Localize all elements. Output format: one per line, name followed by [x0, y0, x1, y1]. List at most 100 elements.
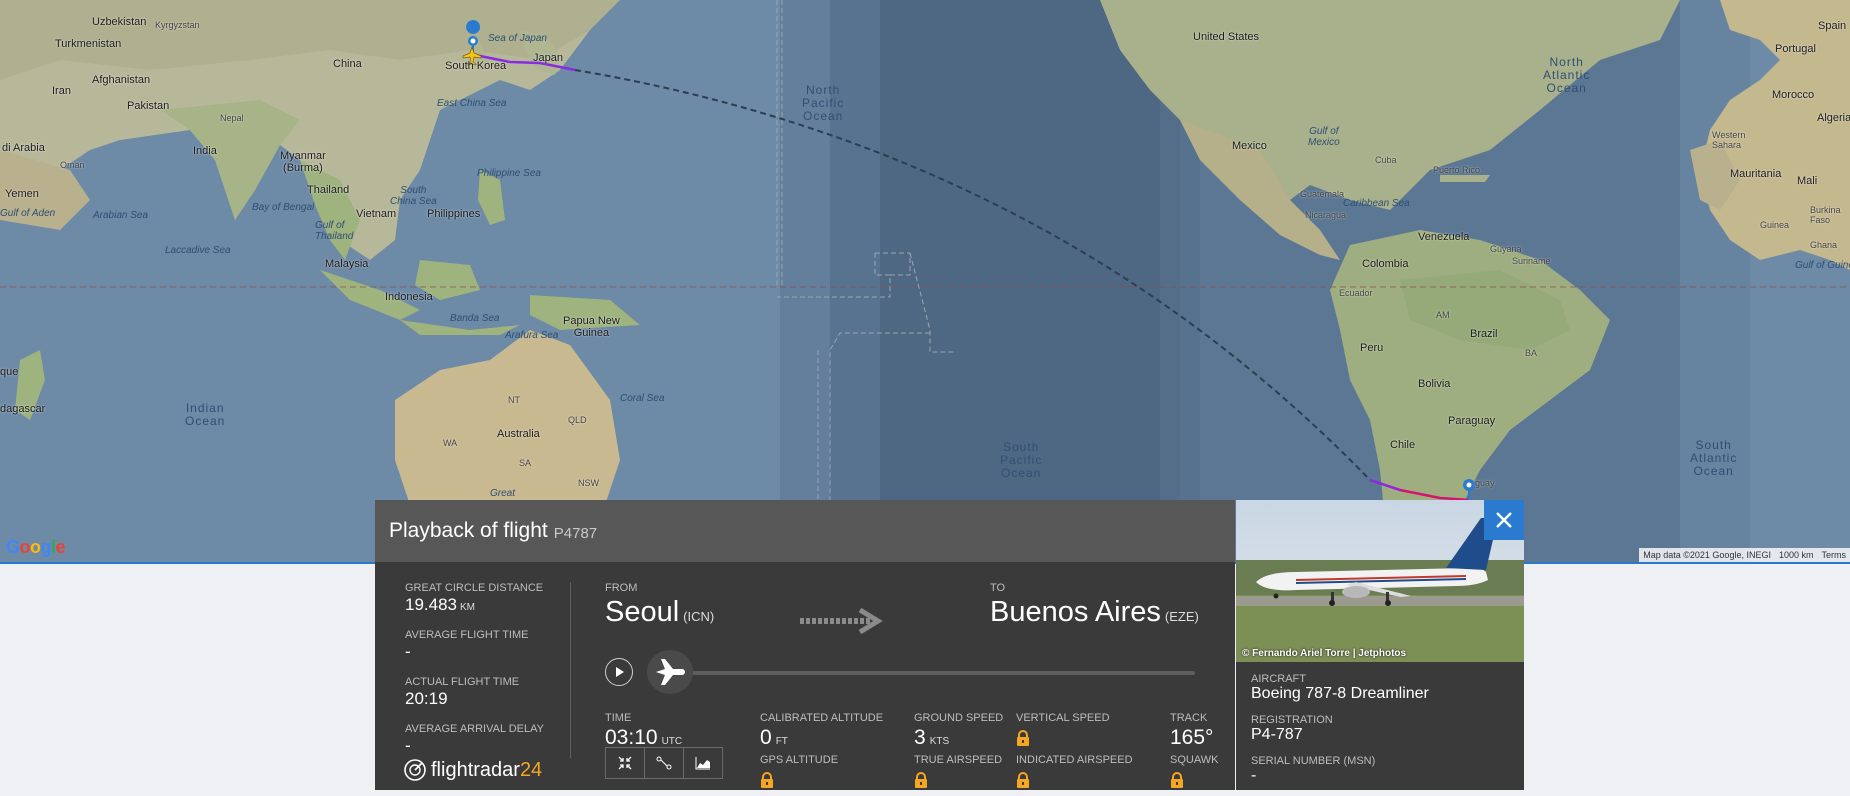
map-label: guay — [1475, 478, 1495, 488]
aircraft-photo[interactable]: © Fernando Ariel Torre | Jetphotos — [1236, 500, 1524, 662]
indicated-airspeed-metric: INDICATED AIRSPEED — [1016, 754, 1133, 793]
lock-icon — [1171, 772, 1183, 788]
map-label: Arabian Sea — [93, 210, 149, 221]
map-label: Bay of Bengal — [252, 202, 315, 213]
map-label: BA — [1525, 348, 1538, 358]
map-attribution[interactable]: Map data ©2021 Google, INEGI — [1643, 550, 1771, 560]
map-label: South China Sea — [390, 185, 437, 207]
map-label: Bolivia — [1418, 378, 1451, 390]
map-label: Portugal — [1775, 43, 1816, 55]
map-label: Afghanistan — [92, 74, 151, 86]
map-label: Arafura Sea — [505, 330, 559, 341]
panel-title: Playback of flight — [389, 519, 548, 542]
play-button[interactable] — [605, 658, 633, 686]
close-icon — [1496, 512, 1512, 528]
map-label: Puerto Rico — [1433, 165, 1481, 175]
map-label: Philippines — [427, 208, 481, 220]
map-label: Australia — [497, 428, 540, 440]
map-footer: Map data ©2021 Google, INEGI 1000 km Ter… — [1639, 548, 1850, 562]
google-logo: Google — [6, 537, 66, 557]
map-label: China — [333, 58, 362, 70]
map-label: Guyana — [1490, 244, 1522, 254]
map-canvas[interactable]: Uzbekistan Kyrgyzstan Turkmenistan Afgha… — [0, 0, 1850, 564]
map-label: India — [193, 145, 217, 157]
map-label: Mauritania — [1730, 168, 1782, 180]
map-label: di Arabia — [2, 142, 45, 154]
map-label: Cuba — [1375, 155, 1397, 165]
photo-credit[interactable]: © Fernando Ariel Torre | Jetphotos — [1242, 648, 1406, 659]
aircraft-card: © Fernando Ariel Torre | Jetphotos AIRCR… — [1236, 500, 1524, 790]
ground-speed-metric: GROUND SPEED 3 KTS — [914, 712, 1004, 749]
map-label: Iran — [52, 85, 71, 97]
registration-label: REGISTRATION — [1251, 714, 1333, 726]
origin-city[interactable]: Seoul (ICN) — [605, 596, 714, 629]
stat-label: GREAT CIRCLE DISTANCE — [405, 582, 544, 594]
map-label: Sea of Japan — [488, 33, 547, 44]
map-label: AM — [1436, 310, 1450, 320]
plane-icon — [656, 659, 685, 685]
map-label: United States — [1193, 31, 1260, 43]
time-metric: TIME 03:10 UTC — [605, 712, 683, 749]
collapse-button[interactable] — [605, 747, 645, 779]
playback-timeline — [605, 650, 1195, 694]
map-label: NT — [508, 395, 520, 405]
map-label: Venezuela — [1418, 231, 1470, 243]
close-button[interactable] — [1484, 500, 1524, 540]
stat-label: ACTUAL FLIGHT TIME — [405, 676, 520, 688]
map-label: Nicaragua — [1305, 210, 1347, 220]
map-label: que — [0, 366, 19, 378]
stat-value: - — [405, 642, 411, 661]
map-label: South Atlantic Ocean — [1690, 438, 1738, 478]
map-label: Gulf of Thailand — [315, 220, 354, 242]
map-label: Oman — [60, 160, 85, 170]
map-label: WA — [443, 438, 458, 448]
map-terms-link[interactable]: Terms — [1822, 550, 1847, 560]
map-label: Kyrgyzstan — [155, 20, 200, 30]
gps-altitude-metric: GPS ALTITUDE — [760, 754, 838, 793]
aircraft-label: AIRCRAFT — [1251, 673, 1306, 685]
timeline-track[interactable] — [655, 671, 1195, 675]
map-label: Mexico — [1232, 140, 1267, 152]
map-label: Burkina Faso — [1810, 205, 1841, 225]
aircraft-photo-image — [1236, 500, 1524, 662]
map-label: Guinea — [1760, 220, 1790, 230]
map-label: Indonesia — [385, 291, 433, 303]
map-label: Caribbean Sea — [1343, 198, 1410, 209]
stat-average-arrival-delay: AVERAGE ARRIVAL DELAY - — [405, 723, 545, 756]
from-label: FROM — [605, 582, 638, 594]
route-button[interactable] — [644, 747, 684, 779]
radar-icon — [404, 759, 426, 781]
map-label: Western Sahara — [1712, 130, 1746, 150]
map-label: Vietnam — [356, 208, 397, 220]
destination-city[interactable]: Buenos Aires (EZE) — [990, 596, 1199, 629]
stat-value: 19.483 KM — [405, 595, 475, 614]
map-label: South Pacific Ocean — [1000, 440, 1043, 480]
route-icon — [656, 756, 672, 770]
flightradar24-logo[interactable]: flightradar24 — [403, 758, 542, 782]
origin-block: FROM Seoul (ICN) — [605, 582, 714, 629]
map-label: North Pacific Ocean — [802, 83, 845, 123]
calibrated-altitude-metric: CALIBRATED ALTITUDE 0 FT — [760, 712, 884, 749]
msn-value: - — [1251, 767, 1257, 784]
stat-value: - — [405, 736, 411, 755]
map-label: SA — [519, 458, 532, 468]
map-label: Guatemala — [1300, 189, 1345, 199]
flight-stats: GREAT CIRCLE DISTANCE 19.483 KM AVERAGE F… — [405, 582, 545, 770]
playback-panel: Playback of flight P4787 GREAT CIRCLE DI… — [375, 500, 1235, 790]
msn-label: SERIAL NUMBER (MSN) — [1251, 755, 1376, 767]
chart-button[interactable] — [683, 747, 723, 779]
stat-label: AVERAGE ARRIVAL DELAY — [405, 723, 544, 735]
vertical-speed-metric: VERTICAL SPEED — [1016, 712, 1110, 751]
stat-actual-flight-time: ACTUAL FLIGHT TIME 20:19 — [405, 676, 545, 709]
chart-icon — [695, 757, 710, 770]
map-label: Papua New Guinea — [563, 315, 620, 339]
map-label: Philippine Sea — [477, 168, 541, 179]
timeline-scrubber[interactable] — [647, 650, 693, 694]
map-label: South Korea — [445, 60, 507, 72]
divider — [570, 582, 571, 758]
map-label: Uzbekistan — [92, 16, 147, 28]
map-label: Gulf of Guinea — [1795, 260, 1850, 271]
aircraft-value: Boeing 787-8 Dreamliner — [1251, 685, 1429, 702]
map-label: Gulf of Aden — [0, 208, 56, 219]
panel-header: Playback of flight P4787 — [375, 500, 1235, 562]
